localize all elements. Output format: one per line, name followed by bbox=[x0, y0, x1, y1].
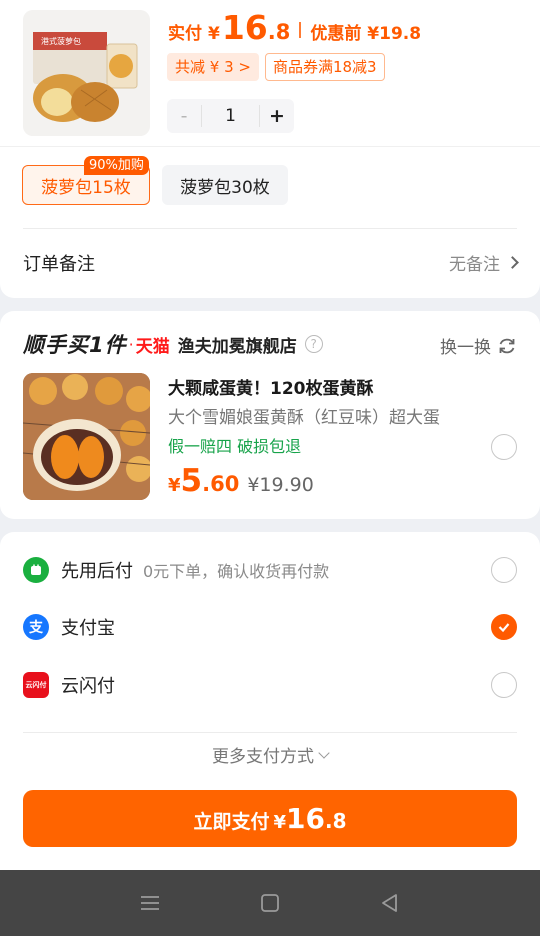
tmall-logo: 天猫 bbox=[135, 336, 170, 357]
quantity-value[interactable]: 1 bbox=[201, 105, 260, 127]
quantity-minus-button[interactable]: - bbox=[167, 99, 201, 133]
recommended-item-price: ¥ 5 .60 ¥19.90 bbox=[168, 463, 314, 499]
refresh-icon bbox=[499, 338, 515, 353]
pay-option-name: 先用后付 bbox=[61, 560, 133, 582]
package-text: 港式菠萝包 bbox=[41, 37, 81, 46]
pay-now-label: 立即支付 bbox=[193, 811, 270, 833]
pay-now-int: 16 bbox=[286, 802, 325, 835]
buy-together-header: 顺手买1件 · 天猫 渔夫加冕旗舰店 ? bbox=[23, 329, 323, 359]
price-yen: ¥ bbox=[168, 475, 181, 496]
more-payment-label: 更多支付方式 bbox=[212, 747, 314, 767]
title-dot: · bbox=[128, 334, 134, 354]
paid-yen: ¥ bbox=[208, 24, 220, 44]
spec-option[interactable]: 菠萝包30枚 bbox=[162, 165, 288, 205]
price-dec: .60 bbox=[202, 472, 240, 496]
recommended-item-image[interactable] bbox=[23, 373, 150, 500]
coupon-tag: 商品券满18减3 bbox=[264, 53, 385, 81]
swap-button[interactable]: 换一换 bbox=[440, 333, 517, 358]
pay-now-yen: ¥ bbox=[273, 812, 287, 833]
original-price: 优惠前 ¥19.8 bbox=[310, 24, 422, 44]
buy-together-panel: 顺手买1件 · 天猫 渔夫加冕旗舰店 ? 换一换 大颗咸蛋黄！120枚蛋黄酥 大… bbox=[0, 311, 540, 519]
divider bbox=[0, 146, 540, 147]
pay-option-sub: 0元下单，确认收货再付款 bbox=[143, 561, 330, 581]
remark-value: 无备注 bbox=[449, 255, 500, 275]
home-square-icon[interactable] bbox=[250, 883, 290, 923]
unionpay-quickpass-icon: 云闪付 bbox=[23, 671, 49, 698]
buy-together-title: 顺手买1件 bbox=[23, 333, 127, 357]
recommended-item-name[interactable]: 大颗咸蛋黄！120枚蛋黄酥 bbox=[168, 374, 374, 399]
paid-amount-dec: .8 bbox=[267, 20, 291, 44]
chevron-right-icon bbox=[506, 256, 519, 269]
pay-now-button[interactable]: 立即支付 ¥ 16 .8 bbox=[23, 790, 517, 847]
order-remark-row[interactable]: 订单备注 无备注 bbox=[23, 228, 519, 296]
pay-option-name: 支付宝 bbox=[61, 617, 115, 639]
paid-label: 实付 bbox=[168, 24, 202, 44]
alipay-radio-checked[interactable] bbox=[491, 614, 517, 640]
paid-amount-int: 16 bbox=[221, 8, 268, 47]
system-nav-bar bbox=[0, 870, 540, 936]
spec-popularity-badge: 90%加购 bbox=[84, 156, 149, 175]
quantity-stepper: - 1 + bbox=[167, 99, 294, 133]
pay-option-pay-later[interactable]: 先用后付 0元下单，确认收货再付款 bbox=[23, 541, 517, 598]
quantity-plus-button[interactable]: + bbox=[260, 99, 294, 133]
product-panel: 港式菠萝包 实付 ¥ 16 .8 优惠前 ¥19.8 共减 ¥ 3 > 商品券满… bbox=[0, 0, 540, 298]
check-icon bbox=[498, 623, 510, 633]
price-row: 实付 ¥ 16 .8 优惠前 ¥19.8 bbox=[168, 8, 421, 52]
pay-option-name: 云闪付 bbox=[61, 675, 115, 697]
chevron-down-icon bbox=[318, 746, 330, 759]
menu-icon[interactable] bbox=[130, 883, 170, 923]
payment-panel: 先用后付 0元下单，确认收货再付款 支 支付宝 云闪付 云闪付 更多支付方式 立… bbox=[0, 532, 540, 870]
remark-label: 订单备注 bbox=[23, 253, 95, 275]
pay-option-unionpay[interactable]: 云闪付 云闪付 bbox=[23, 656, 517, 713]
unionpay-radio[interactable] bbox=[491, 672, 517, 698]
more-payment-methods[interactable]: 更多支付方式 bbox=[23, 732, 517, 776]
discount-tags: 共减 ¥ 3 > 商品券满18减3 bbox=[167, 53, 385, 81]
pay-later-radio[interactable] bbox=[491, 557, 517, 583]
pay-option-alipay[interactable]: 支 支付宝 bbox=[23, 598, 517, 655]
pay-later-icon bbox=[23, 556, 49, 583]
total-discount-tag[interactable]: 共减 ¥ 3 > bbox=[167, 53, 259, 81]
help-icon[interactable]: ? bbox=[304, 335, 323, 353]
store-name[interactable]: 渔夫加冕旗舰店 bbox=[178, 332, 297, 357]
pay-now-dec: .8 bbox=[325, 809, 347, 833]
back-triangle-icon[interactable] bbox=[370, 883, 410, 923]
price-int: 5 bbox=[180, 463, 203, 499]
alipay-icon: 支 bbox=[23, 613, 49, 640]
recommended-item-desc: 大个雪媚娘蛋黄酥（红豆味）超大蛋 bbox=[168, 408, 440, 428]
product-image[interactable]: 港式菠萝包 bbox=[23, 10, 150, 136]
remark-value-group: 无备注 bbox=[449, 250, 519, 275]
guarantee-text: 假一赔四 破损包退 bbox=[168, 437, 302, 456]
price-divider bbox=[299, 22, 302, 38]
price-original: ¥19.90 bbox=[247, 474, 314, 496]
add-item-radio[interactable] bbox=[491, 434, 517, 460]
swap-label: 换一换 bbox=[440, 338, 491, 358]
